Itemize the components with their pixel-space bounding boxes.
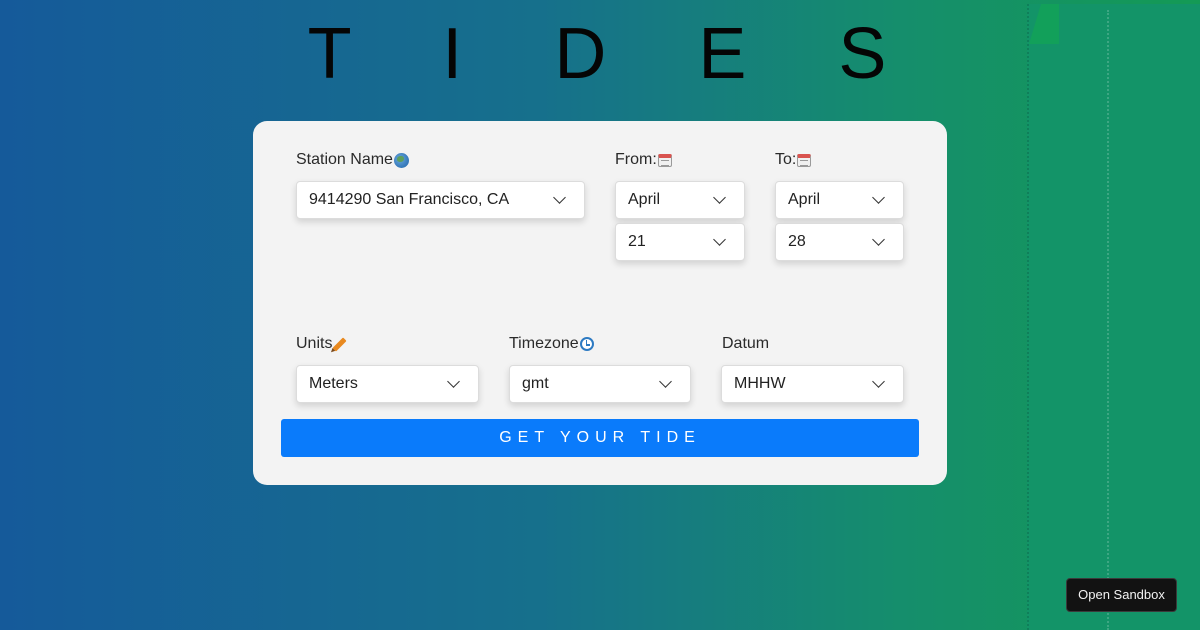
- chevron-down-icon: [659, 375, 672, 388]
- open-sandbox-button[interactable]: Open Sandbox: [1066, 578, 1177, 612]
- from-month-value: April: [628, 191, 661, 208]
- to-day-select[interactable]: 28: [775, 223, 904, 261]
- timezone-select[interactable]: gmt: [509, 365, 691, 403]
- station-select[interactable]: 9414290 San Francisco, CA: [296, 181, 585, 219]
- timezone-label: Timezone: [509, 335, 594, 353]
- station-label-text: Station Name: [296, 151, 393, 168]
- datum-select[interactable]: MHHW: [721, 365, 904, 403]
- station-select-value: 9414290 San Francisco, CA: [309, 191, 510, 208]
- station-label: Station Name: [296, 151, 409, 169]
- clock-icon: [579, 337, 594, 351]
- page-title: T I D E S: [307, 14, 923, 94]
- calendar-icon: [797, 153, 812, 167]
- units-select[interactable]: Meters: [296, 365, 479, 403]
- to-label: To:: [775, 151, 812, 169]
- to-month-select[interactable]: April: [775, 181, 904, 219]
- chevron-down-icon: [713, 191, 726, 204]
- timezone-select-value: gmt: [522, 375, 549, 392]
- from-day-select[interactable]: 21: [615, 223, 745, 261]
- calendar-icon: [657, 153, 672, 167]
- to-label-text: To:: [775, 151, 797, 168]
- chevron-down-icon: [872, 375, 885, 388]
- chevron-down-icon: [872, 233, 885, 246]
- units-label-text: Units: [296, 335, 333, 352]
- tide-form-card: Station Name 9414290 San Francisco, CA F…: [253, 121, 947, 485]
- globe-icon: [393, 152, 409, 168]
- from-month-select[interactable]: April: [615, 181, 745, 219]
- datum-label: Datum: [722, 335, 769, 353]
- from-label-text: From:: [615, 151, 657, 168]
- chevron-down-icon: [553, 191, 566, 204]
- get-tide-button[interactable]: GET YOUR TIDE: [281, 419, 919, 457]
- chevron-down-icon: [872, 191, 885, 204]
- timezone-label-text: Timezone: [509, 335, 579, 352]
- datum-select-value: MHHW: [734, 375, 786, 392]
- chevron-down-icon: [447, 375, 460, 388]
- chevron-down-icon: [713, 233, 726, 246]
- to-month-value: April: [788, 191, 821, 208]
- datum-label-text: Datum: [722, 335, 770, 352]
- to-day-value: 28: [788, 233, 806, 250]
- background-side-panel: [1027, 4, 1200, 630]
- units-select-value: Meters: [309, 375, 358, 392]
- from-label: From:: [615, 151, 672, 169]
- units-label: Units: [296, 335, 348, 353]
- from-day-value: 21: [628, 233, 646, 250]
- pencil-icon: [332, 336, 348, 352]
